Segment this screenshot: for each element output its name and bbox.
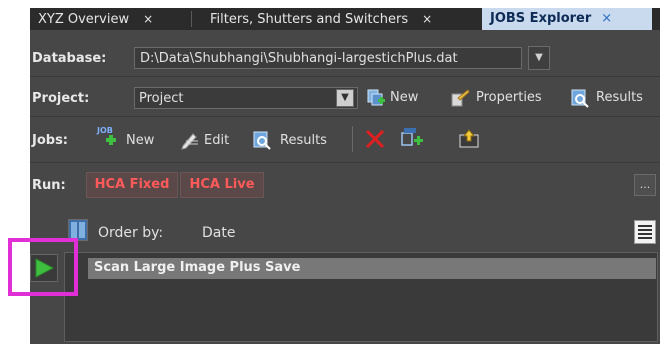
project-select[interactable]: Project bbox=[134, 87, 358, 109]
order-by-label: Order by: bbox=[98, 225, 164, 241]
project-results-label: Results bbox=[596, 90, 643, 105]
highlight-box bbox=[8, 238, 78, 296]
tab-label: JOBS Explorer bbox=[490, 11, 592, 26]
project-new-label: New bbox=[390, 90, 419, 105]
tab-divider bbox=[191, 11, 192, 27]
delete-icon[interactable] bbox=[364, 128, 386, 150]
tab-label: Filters, Shutters and Switchers bbox=[210, 12, 409, 27]
divider bbox=[30, 76, 660, 77]
project-properties-label: Properties bbox=[476, 90, 542, 105]
divider bbox=[30, 162, 660, 163]
new-project-icon bbox=[367, 89, 385, 106]
columns-icon bbox=[71, 222, 85, 238]
job-badge: JOB bbox=[97, 126, 113, 135]
order-by-value[interactable]: Date bbox=[202, 225, 235, 241]
job-edit-label: Edit bbox=[204, 133, 230, 148]
job-new-label: New bbox=[126, 133, 155, 148]
run-label: Run: bbox=[32, 178, 66, 193]
tab-bar: XYZ Overview × Filters, Shutters and Swit… bbox=[30, 8, 660, 30]
tab-label: XYZ Overview bbox=[38, 12, 130, 27]
tab-xyz-overview[interactable]: XYZ Overview × bbox=[38, 8, 153, 30]
database-path-field[interactable]: D:\Data\Shubhangi\Shubhangi-largestichPl… bbox=[134, 47, 522, 69]
properties-icon bbox=[451, 89, 470, 107]
more-options-button[interactable]: ... bbox=[634, 174, 656, 196]
chevron-down-icon: ▼ bbox=[535, 52, 543, 63]
results-magnifier-icon bbox=[253, 131, 271, 150]
chevron-down-icon[interactable]: ▼ bbox=[336, 89, 354, 107]
export-job-icon[interactable] bbox=[458, 128, 480, 150]
toolbar-separator bbox=[352, 126, 353, 152]
database-dropdown-button[interactable]: ▼ bbox=[528, 46, 550, 70]
jobs-label: Jobs: bbox=[32, 133, 69, 148]
list-item[interactable]: Scan Large Image Plus Save bbox=[88, 258, 656, 279]
database-label: Database: bbox=[32, 51, 107, 66]
hca-live-button[interactable]: HCA Live bbox=[180, 172, 264, 198]
close-icon[interactable]: × bbox=[143, 12, 153, 26]
project-label: Project: bbox=[32, 91, 90, 106]
copy-job-icon[interactable] bbox=[400, 127, 426, 151]
edit-pencil-icon bbox=[181, 133, 198, 150]
results-magnifier-icon bbox=[571, 89, 589, 108]
jobs-explorer-panel: Database: D:\Data\Shubhangi\Shubhangi-la… bbox=[30, 30, 660, 344]
project-value: Project bbox=[139, 91, 184, 106]
sort-menu-button[interactable] bbox=[634, 220, 656, 244]
tab-filters-shutters-switchers[interactable]: Filters, Shutters and Switchers × bbox=[210, 8, 432, 30]
close-icon[interactable]: × bbox=[422, 12, 432, 26]
tab-jobs-explorer[interactable]: JOBS Explorer × bbox=[482, 8, 652, 30]
list-lines-icon bbox=[638, 225, 652, 239]
job-results-label: Results bbox=[280, 133, 327, 148]
hca-fixed-button[interactable]: HCA Fixed bbox=[86, 172, 178, 198]
close-icon[interactable]: × bbox=[601, 11, 612, 26]
divider bbox=[30, 116, 660, 117]
